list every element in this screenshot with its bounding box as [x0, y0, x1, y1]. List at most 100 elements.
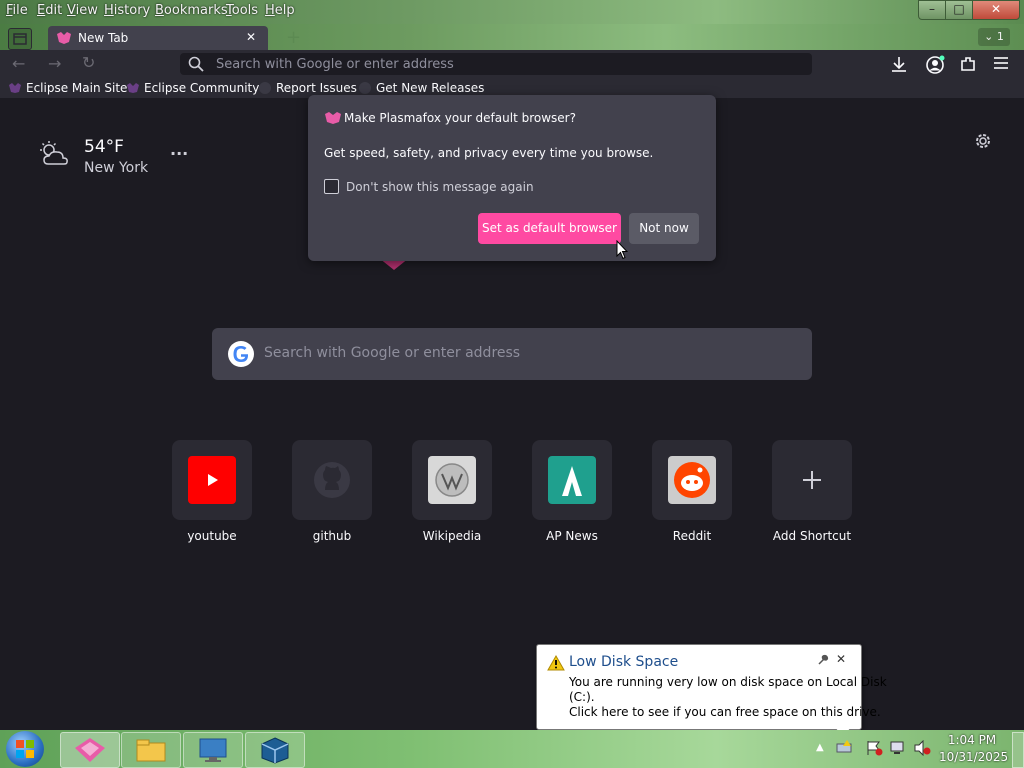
shortcut-label: github [312, 529, 352, 543]
wrench-icon[interactable] [817, 654, 829, 666]
shortcut-label: Add Shortcut [772, 529, 852, 543]
shortcut-label: Wikipedia [422, 529, 482, 543]
not-now-button[interactable]: Not now [629, 213, 699, 244]
tab-close-icon[interactable]: ✕ [246, 30, 256, 44]
plasmafox-tab-icon [56, 31, 72, 45]
folder-icon [135, 737, 167, 763]
notification-title: Low Disk Space [569, 654, 679, 670]
low-disk-space-notification[interactable]: Low Disk Space ✕ You are running very lo… [536, 644, 887, 730]
menu-help[interactable]: Help [265, 3, 295, 18]
reload-icon[interactable]: ↻ [82, 53, 95, 72]
network-icon[interactable] [889, 740, 907, 756]
plasmafox-icon [73, 736, 107, 764]
disk-warning-tray-icon[interactable] [836, 740, 852, 754]
google-icon [228, 341, 254, 367]
github-icon [358, 81, 372, 95]
eclipse-icon [126, 82, 140, 94]
back-arrow-icon[interactable]: ← [12, 54, 25, 73]
tab-count: 1 [996, 30, 1004, 43]
dont-show-again-label[interactable]: Don't show this message again [346, 180, 534, 194]
close-window-button[interactable]: ✕ [972, 0, 1020, 20]
new-tab-button[interactable]: + [286, 27, 301, 48]
menu-view[interactable]: View [67, 3, 98, 18]
taskbar-remote-desktop-button[interactable] [183, 732, 243, 768]
action-center-flag-icon[interactable] [866, 740, 884, 756]
menu-edit[interactable]: Edit [37, 3, 62, 18]
weather-temperature: 54°F [84, 137, 124, 157]
url-bar-placeholder: Search with Google or enter address [216, 57, 454, 72]
show-hidden-icons-icon[interactable]: ▲ [816, 742, 824, 753]
volume-muted-icon[interactable] [913, 740, 931, 756]
taskbar-virtualbox-button[interactable] [245, 732, 305, 768]
wikipedia-icon [428, 456, 476, 504]
apnews-icon [548, 456, 596, 504]
bookmark-label: Get New Releases [376, 81, 485, 95]
notification-line-1: You are running very low on disk space o… [569, 675, 887, 689]
tab-new-tab[interactable]: New Tab ✕ [48, 26, 268, 50]
monitor-icon [197, 737, 229, 763]
taskbar-plasmafox-button[interactable] [60, 732, 120, 768]
menu-file[interactable]: File [6, 3, 28, 18]
mouse-cursor-icon [616, 240, 628, 260]
weather-more-options-button[interactable]: ··· [170, 144, 188, 163]
shortcut-label: youtube [187, 529, 237, 543]
minimize-button[interactable]: – [918, 0, 946, 20]
github-icon [258, 81, 272, 95]
dont-show-again-checkbox[interactable] [324, 179, 339, 194]
search-box-placeholder: Search with Google or enter address [264, 345, 521, 361]
notification-close-icon[interactable]: ✕ [836, 652, 846, 666]
dialog-body: Get speed, safety, and privacy every tim… [324, 146, 654, 160]
shortcut-tile-youtube[interactable] [172, 440, 252, 520]
shortcut-tile-wikipedia[interactable] [412, 440, 492, 520]
shortcut-tile-ap-news[interactable] [532, 440, 612, 520]
github-icon [308, 456, 356, 504]
menu-history[interactable]: History [104, 3, 150, 18]
shortcut-tile-add-shortcut[interactable] [772, 440, 852, 520]
downloads-icon[interactable] [890, 55, 908, 73]
title-menu-bar: File Edit View History Bookmarks Tools H… [0, 0, 1024, 24]
plus-icon [788, 456, 836, 504]
maximize-button[interactable]: □ [945, 0, 973, 20]
extensions-icon[interactable] [959, 55, 977, 73]
account-icon[interactable] [925, 55, 945, 75]
search-icon [188, 56, 204, 72]
new-tab-search-box[interactable]: Search with Google or enter address [212, 328, 812, 380]
eclipse-icon [8, 82, 22, 94]
taskbar-file-explorer-button[interactable] [121, 732, 181, 768]
clock-date[interactable]: 10/31/2025 [939, 750, 1008, 764]
start-button[interactable] [6, 731, 44, 767]
notification-line-2: (C:). [569, 690, 595, 704]
shortcut-label: Reddit [672, 529, 712, 543]
bookmark-label: Report Issues [276, 81, 357, 95]
clock-time[interactable]: 1:04 PM [944, 733, 1000, 747]
show-desktop-button[interactable] [1012, 732, 1024, 768]
partly-cloudy-icon [38, 140, 70, 168]
firefox-view-icon[interactable] [8, 28, 32, 50]
notification-line-3: Click here to see if you can free space … [569, 705, 881, 719]
menu-tools[interactable]: Tools [226, 3, 258, 18]
bookmark-eclipse-main-site[interactable]: Eclipse Main Site [8, 81, 127, 95]
shortcut-tile-github[interactable] [292, 440, 372, 520]
url-bar[interactable]: Search with Google or enter address [180, 53, 812, 75]
weather-city: New York [84, 160, 149, 176]
chevron-down-icon: ⌄ [984, 30, 994, 43]
plasmafox-icon [324, 111, 342, 125]
bookmark-report-issues[interactable]: Report Issues [258, 81, 357, 95]
youtube-icon [188, 456, 236, 504]
virtualbox-icon [260, 736, 290, 764]
tab-title: New Tab [78, 31, 129, 45]
dialog-title: Make Plasmafox your default browser? [344, 111, 576, 125]
set-default-browser-button[interactable]: Set as default browser [478, 213, 621, 244]
shortcut-label: AP News [546, 529, 598, 543]
shortcut-tile-reddit[interactable] [652, 440, 732, 520]
tab-list-button[interactable]: ⌄ 1 [978, 28, 1010, 46]
reddit-icon [668, 456, 716, 504]
gear-icon[interactable] [973, 131, 993, 151]
bookmark-label: Eclipse Community [144, 81, 260, 95]
bookmark-get-new-releases[interactable]: Get New Releases [358, 81, 484, 95]
bookmark-eclipse-community[interactable]: Eclipse Community [126, 81, 259, 95]
menu-bookmarks[interactable]: Bookmarks [155, 3, 228, 18]
bookmark-label: Eclipse Main Site [26, 81, 128, 95]
hamburger-menu-icon[interactable] [993, 56, 1009, 70]
forward-arrow-icon[interactable]: → [48, 54, 61, 73]
